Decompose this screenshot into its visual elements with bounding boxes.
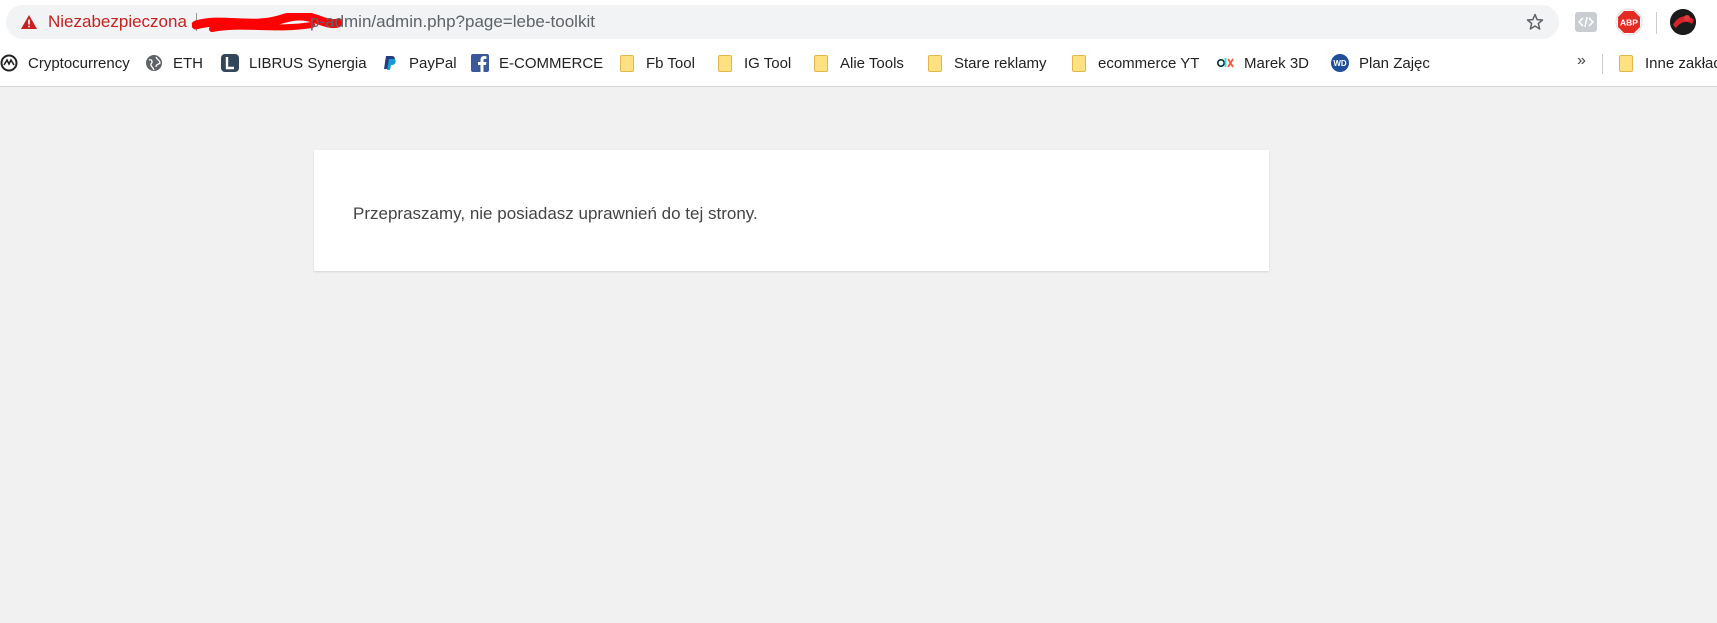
warning-icon[interactable] bbox=[20, 14, 38, 30]
folder-icon bbox=[926, 54, 944, 72]
bookmark-label: Stare reklamy bbox=[954, 54, 1047, 72]
wd-icon: WD bbox=[1331, 54, 1349, 72]
folder-icon bbox=[1617, 54, 1635, 72]
adblock-plus-icon[interactable]: ABP bbox=[1615, 8, 1643, 36]
address-bar[interactable]: Niezabezpieczona p-admin/admin.php?page=… bbox=[6, 5, 1559, 39]
browser-toolbar: Niezabezpieczona p-admin/admin.php?page=… bbox=[0, 0, 1717, 87]
bookmark-fb-tool[interactable]: Fb Tool bbox=[618, 46, 695, 80]
bookmark-eth[interactable]: ETH bbox=[145, 46, 203, 80]
librus-icon bbox=[221, 54, 239, 72]
bookmark-label: Plan Zajęc bbox=[1359, 54, 1430, 72]
bookmark-label: Cryptocurrency bbox=[28, 54, 130, 72]
folder-icon bbox=[618, 54, 636, 72]
bookmark-inne-zakladki[interactable]: Inne zakład bbox=[1617, 46, 1717, 80]
toolbar-separator bbox=[1656, 12, 1657, 34]
bookmark-stare-reklamy[interactable]: Stare reklamy bbox=[926, 46, 1047, 80]
permission-error-message: Przepraszamy, nie posiadasz uprawnień do… bbox=[353, 204, 758, 223]
facebook-icon bbox=[471, 54, 489, 72]
svg-text:WD: WD bbox=[1333, 59, 1347, 68]
bookmarks-overflow-chevron[interactable]: » bbox=[1577, 52, 1586, 70]
globe-icon bbox=[145, 54, 163, 72]
bookmarks-separator bbox=[1602, 54, 1603, 74]
bookmark-label: Fb Tool bbox=[646, 54, 695, 72]
profile-avatar[interactable] bbox=[1670, 9, 1696, 35]
bookmark-ig-tool[interactable]: IG Tool bbox=[716, 46, 791, 80]
bookmark-label: PayPal bbox=[409, 54, 457, 72]
bookmark-e-commerce[interactable]: E-COMMERCE bbox=[471, 46, 603, 80]
bookmark-label: ETH bbox=[173, 54, 203, 72]
folder-icon bbox=[1070, 54, 1088, 72]
security-status-label[interactable]: Niezabezpieczona bbox=[48, 12, 187, 32]
bookmarks-bar: Cryptocurrency ETH LIBRUS Synergia PayPa… bbox=[0, 46, 1717, 80]
bookmark-cryptocurrency[interactable]: Cryptocurrency bbox=[0, 46, 130, 80]
bookmark-label: E-COMMERCE bbox=[499, 54, 604, 72]
paypal-icon bbox=[381, 54, 399, 72]
folder-icon bbox=[812, 54, 830, 72]
abp-label: ABP bbox=[1620, 18, 1638, 28]
bookmark-ecommerce-yt[interactable]: ecommerce YT bbox=[1070, 46, 1199, 80]
bookmark-plan-zajec[interactable]: WD Plan Zajęc bbox=[1331, 46, 1430, 80]
message-card: Przepraszamy, nie posiadasz uprawnień do… bbox=[314, 150, 1269, 271]
avatar-image bbox=[1670, 9, 1696, 35]
bookmark-marek-3d[interactable]: Marek 3D bbox=[1216, 46, 1309, 80]
bookmark-label: IG Tool bbox=[744, 54, 792, 72]
url-text[interactable]: p-admin/admin.php?page=lebe-toolkit bbox=[310, 12, 595, 32]
bookmark-star-icon[interactable] bbox=[1525, 12, 1545, 32]
bookmark-label: Inne zakład bbox=[1645, 54, 1717, 72]
bookmark-label: Alie Tools bbox=[840, 54, 904, 72]
folder-icon bbox=[716, 54, 734, 72]
bookmark-label: ecommerce YT bbox=[1098, 54, 1200, 72]
bookmark-label: LIBRUS Synergia bbox=[249, 54, 367, 72]
bookmark-librus-synergia[interactable]: LIBRUS Synergia bbox=[221, 46, 367, 80]
olx-icon bbox=[1216, 54, 1234, 72]
bookmark-paypal[interactable]: PayPal bbox=[381, 46, 457, 80]
bookmark-alie-tools[interactable]: Alie Tools bbox=[812, 46, 904, 80]
bookmark-label: Marek 3D bbox=[1244, 54, 1310, 72]
coinmarketcap-icon bbox=[0, 54, 18, 72]
code-extension-icon[interactable] bbox=[1575, 12, 1597, 32]
